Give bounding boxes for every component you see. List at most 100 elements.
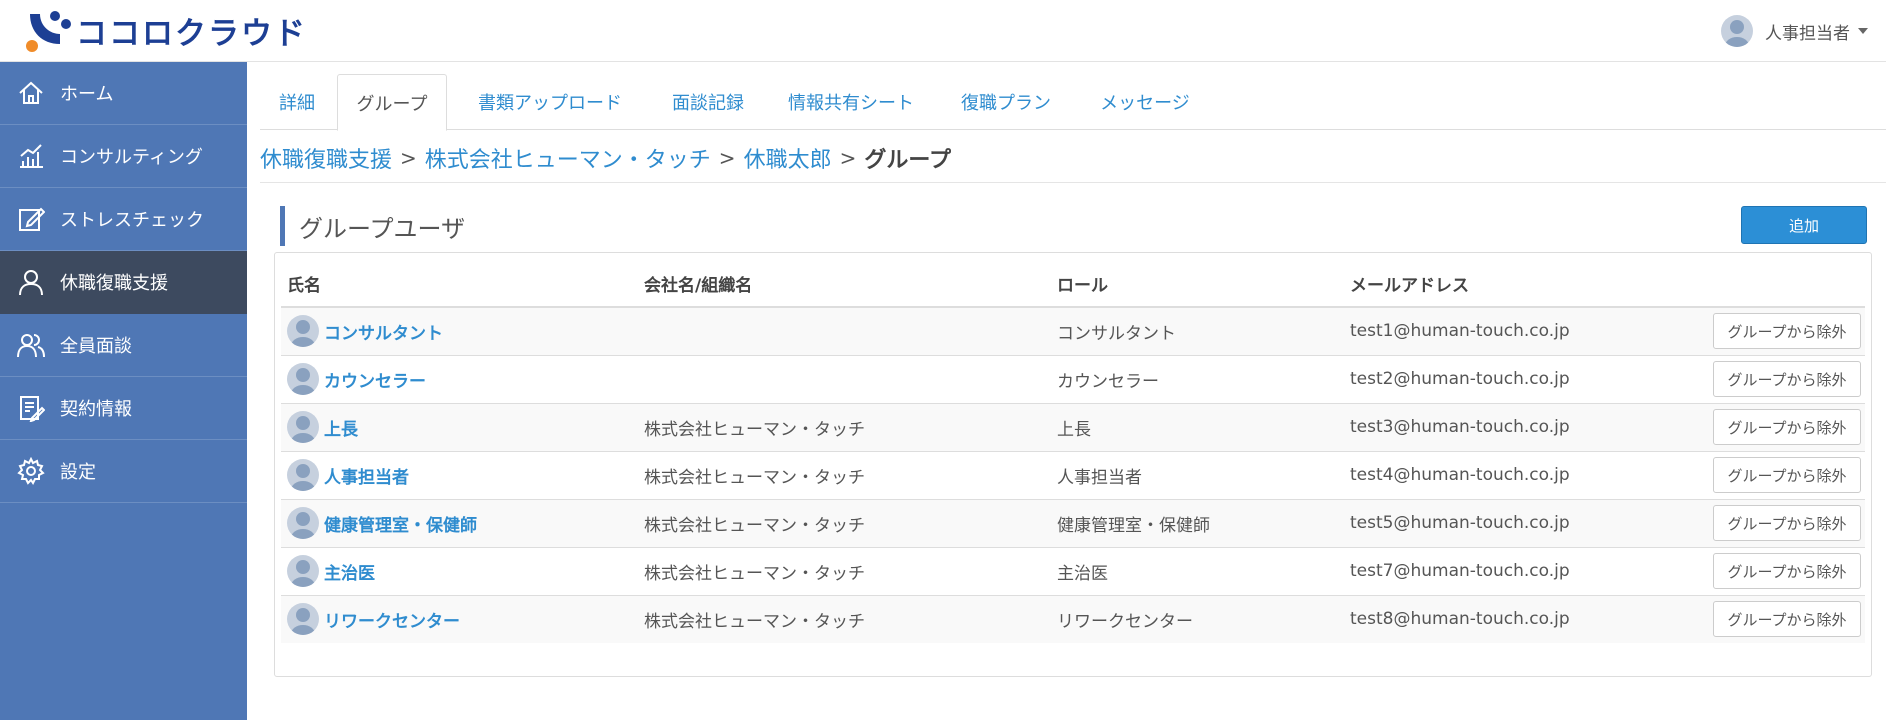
add-button[interactable]: 追加 [1741,206,1867,244]
tab-interview-records[interactable]: 面談記録 [650,74,766,130]
user-name-link[interactable]: コンサルタント [324,319,443,344]
avatar [287,315,319,348]
tab-group[interactable]: グループ [337,74,447,131]
tab-messages[interactable]: メッセージ [1076,74,1214,130]
avatar [287,411,319,443]
gear-icon [16,456,46,486]
sidebar-item-contract[interactable]: 契約情報 [0,377,247,440]
cell-role: 健康管理室・保健師 [1051,498,1344,547]
chart-icon [16,141,46,171]
tab-details[interactable]: 詳細 [260,74,334,130]
sidebar-item-all-interviews[interactable]: 全員面談 [0,314,247,377]
tab-bar: 詳細 グループ 書類アップロード 面談記録 情報共有シート 復職プラン メッセー… [260,74,1886,131]
avatar [287,363,319,395]
breadcrumb-link-person[interactable]: 休職太郎 [744,142,832,174]
user-menu[interactable]: 人事担当者 [1721,14,1868,48]
breadcrumb-separator: > [839,146,857,170]
users-icon [16,330,46,360]
cell-company: 株式会社ヒューマン・タッチ [638,546,1051,595]
cell-actions: グループから除外 [1674,594,1865,643]
sidebar-item-stress-check[interactable]: ストレスチェック [0,188,247,251]
cell-email: test2@human-touch.co.jp [1344,354,1674,403]
section-header: グループユーザ [280,206,465,246]
avatar [287,555,319,587]
user-name-link[interactable]: 健康管理室・保健師 [324,511,477,536]
user-name: 人事担当者 [1765,23,1850,44]
cell-name: カウンセラー [281,354,638,403]
cell-email: test7@human-touch.co.jp [1344,546,1674,595]
remove-from-group-button[interactable]: グループから除外 [1713,601,1861,638]
sidebar-item-consulting[interactable]: コンサルティング [0,125,247,188]
cell-company [638,306,1051,355]
tab-info-sharing-sheet[interactable]: 情報共有シート [766,74,936,130]
chevron-down-icon [1858,28,1868,34]
cell-role: リワークセンター [1051,594,1344,643]
column-header-name: 氏名 [281,261,638,308]
column-header-role: ロール [1051,261,1344,308]
sidebar-item-home[interactable]: ホーム [0,62,247,125]
sidebar-item-label: コンサルティング [60,147,203,168]
user-name-link[interactable]: 上長 [324,415,358,440]
user-name-link[interactable]: 主治医 [324,559,375,584]
cell-email: test5@human-touch.co.jp [1344,498,1674,547]
table-body: コンサルタント コンサルタント test1@human-touch.co.jp グルー… [281,306,1865,643]
remove-from-group-button[interactable]: グループから除外 [1713,361,1861,397]
cell-company: 株式会社ヒューマン・タッチ [638,450,1051,499]
remove-from-group-button[interactable]: グループから除外 [1713,457,1861,493]
top-header: ココロクラウド 人事担当者 [0,0,1886,62]
cell-name: コンサルタント [281,306,638,355]
sidebar-item-label: 休職復職支援 [60,273,168,294]
sidebar-item-label: ホーム [60,84,114,105]
tab-document-upload[interactable]: 書類アップロード [450,74,650,130]
breadcrumb-link-company[interactable]: 株式会社ヒューマン・タッチ [425,142,711,174]
section-accent-bar [280,206,285,246]
remove-from-group-button[interactable]: グループから除外 [1713,409,1861,445]
cell-actions: グループから除外 [1674,354,1865,403]
tab-return-plan[interactable]: 復職プラン [936,74,1076,130]
sidebar-item-label: 全員面談 [60,336,132,357]
column-header-email: メールアドレス [1344,261,1674,308]
sidebar-item-label: ストレスチェック [60,210,204,231]
breadcrumb-separator: > [400,146,417,170]
group-users-panel: 氏名 会社名/組織名 ロール メールアドレス コンサルタント コンサルタント tes… [274,252,1872,677]
breadcrumb-current: グループ [864,148,952,173]
column-header-actions [1674,261,1865,308]
cell-name: 主治医 [281,546,638,595]
sidebar-item-settings[interactable]: 設定 [0,440,247,503]
cell-role: カウンセラー [1051,354,1344,403]
user-name-link[interactable]: 人事担当者 [324,463,409,488]
table-row: カウンセラー カウンセラー test2@human-touch.co.jp グループか… [281,354,1865,403]
home-icon [16,78,46,108]
avatar [287,459,319,491]
column-header-company: 会社名/組織名 [638,261,1051,308]
cell-actions: グループから除外 [1674,450,1865,499]
cell-company: 株式会社ヒューマン・タッチ [638,498,1051,547]
app-logo[interactable]: ココロクラウド [24,6,307,54]
user-name-link[interactable]: カウンセラー [324,367,426,392]
user-icon [16,267,46,297]
breadcrumb-link-leave-support[interactable]: 休職復職支援 [260,142,392,174]
logo-mark-icon [24,6,74,54]
logo-text: ココロクラウド [76,15,307,52]
cell-name: 上長 [281,402,638,451]
cell-name: 健康管理室・保健師 [281,498,638,547]
group-users-table: 氏名 会社名/組織名 ロール メールアドレス コンサルタント コンサルタント tes… [281,261,1865,643]
sidebar-item-leave-support[interactable]: 休職復職支援 [0,251,247,314]
table-row: リワークセンター 株式会社ヒューマン・タッチ リワークセンター test8@human… [281,594,1865,643]
cell-role: コンサルタント [1051,306,1344,355]
cell-email: test3@human-touch.co.jp [1344,402,1674,451]
remove-from-group-button[interactable]: グループから除外 [1713,553,1861,589]
user-name-link[interactable]: リワークセンター [324,607,460,632]
avatar [287,507,319,539]
sidebar: ホーム コンサルティング ストレスチェック 休職復職支援 全員面談 契約情報 設… [0,62,247,720]
cell-company: 株式会社ヒューマン・タッチ [638,594,1051,643]
cell-email: test1@human-touch.co.jp [1344,306,1674,355]
edit-icon [16,204,46,234]
table-row: 健康管理室・保健師 株式会社ヒューマン・タッチ 健康管理室・保健師 test5@hum… [281,498,1865,547]
cell-name: 人事担当者 [281,450,638,499]
document-icon [16,393,46,423]
table-row: 主治医 株式会社ヒューマン・タッチ 主治医 test7@human-touch.co.… [281,546,1865,595]
cell-name: リワークセンター [281,594,638,643]
remove-from-group-button[interactable]: グループから除外 [1713,505,1861,541]
remove-from-group-button[interactable]: グループから除外 [1713,313,1861,350]
